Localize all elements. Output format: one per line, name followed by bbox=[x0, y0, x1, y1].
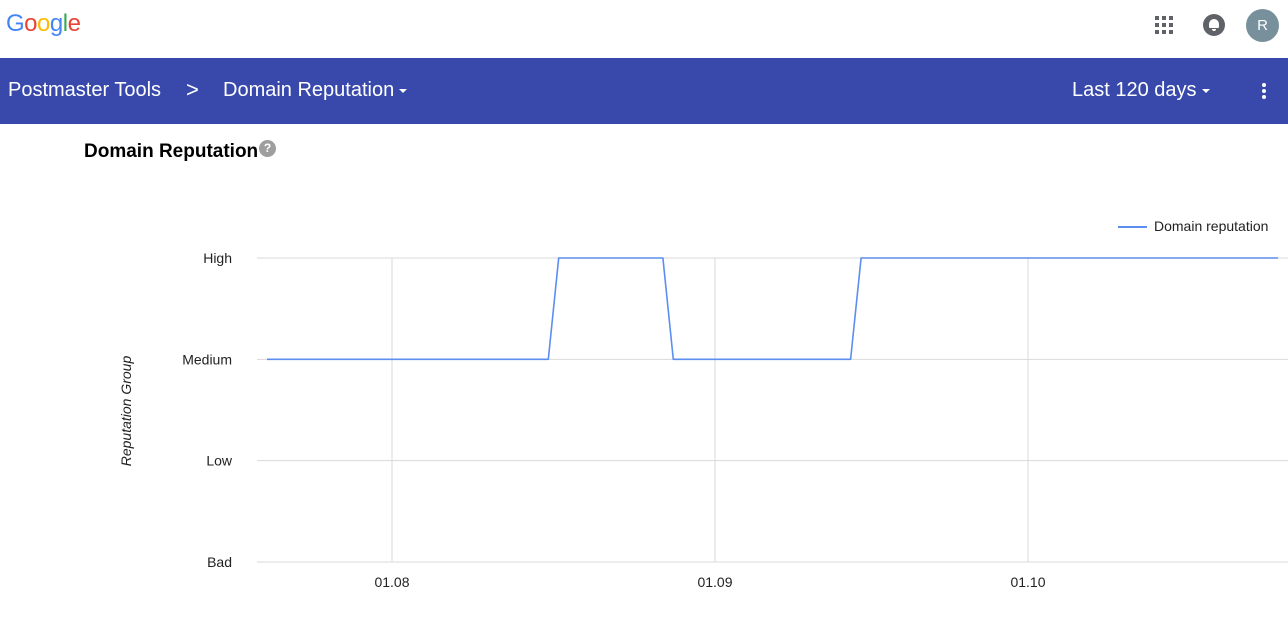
y-axis-label: Reputation Group bbox=[118, 355, 134, 467]
series-line-domain-reputation bbox=[267, 257, 1278, 361]
y-tick-label: Low bbox=[206, 453, 233, 469]
y-tick-label: Bad bbox=[207, 554, 232, 570]
reputation-chart: Bad Low Medium High 01.08 01.09 01.10 bbox=[182, 250, 1288, 590]
x-tick-label: 01.10 bbox=[1010, 574, 1045, 590]
y-tick-label: Medium bbox=[182, 351, 232, 367]
x-tick-label: 01.09 bbox=[697, 574, 732, 590]
x-tick-label: 01.08 bbox=[374, 574, 409, 590]
legend-swatch bbox=[1118, 226, 1147, 228]
y-tick-label: High bbox=[203, 250, 232, 266]
legend-label: Domain reputation bbox=[1154, 218, 1269, 234]
